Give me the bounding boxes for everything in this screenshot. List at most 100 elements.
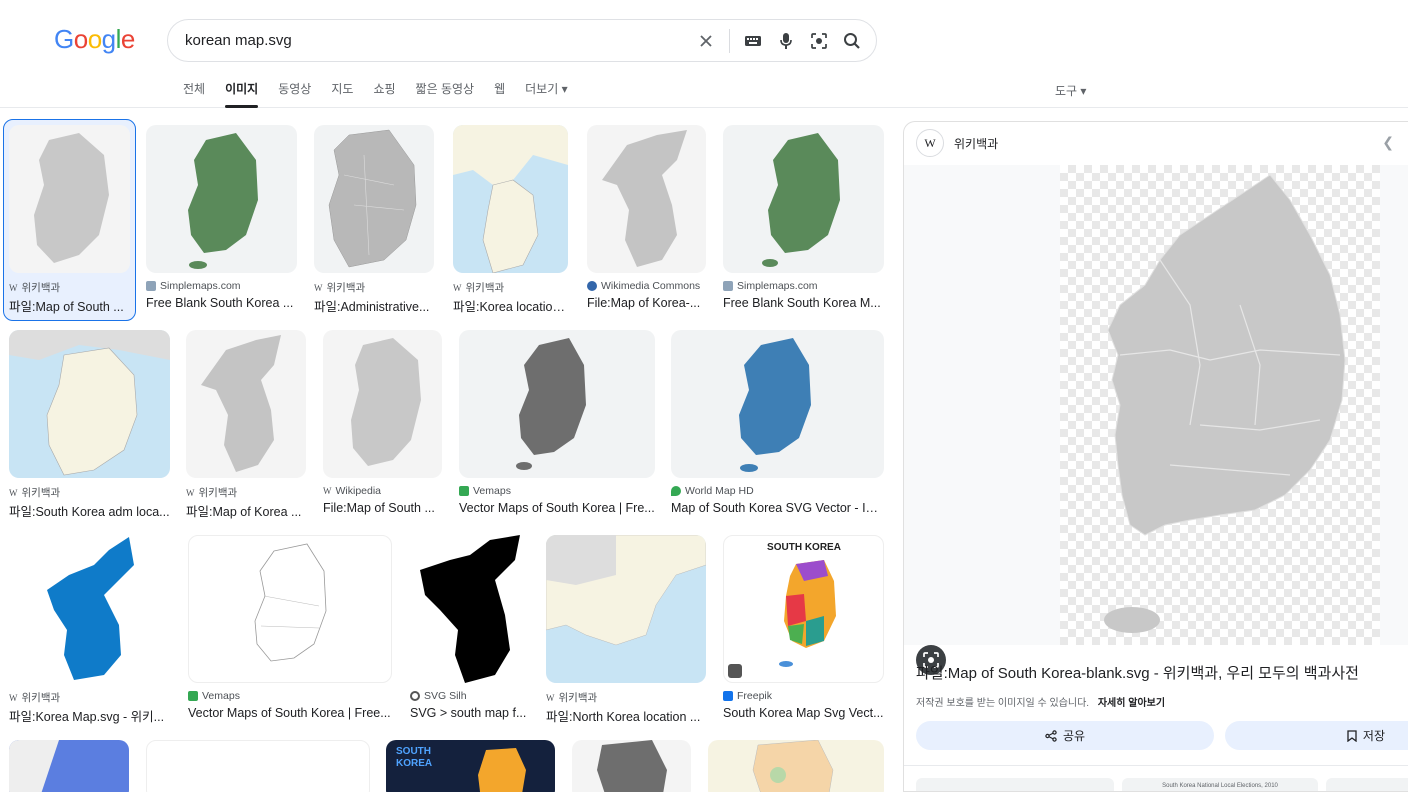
share-button[interactable]: 공유 [916,721,1214,750]
result-card[interactable]: W 위키백과 파일:Korea Map.svg - 위키... [9,535,171,730]
preview-image-area[interactable] [904,165,1408,675]
result-source: World Map HD [685,485,754,497]
vemaps-icon [459,486,469,496]
result-thumbnail [410,535,529,683]
result-source: 위키백과 [198,487,238,499]
result-source: 위키백과 [558,692,598,704]
tab-maps[interactable]: 지도 [331,80,353,108]
thumb-caption: KOREA [396,758,432,769]
result-source: Simplemaps.com [737,280,818,292]
result-thumbnail [671,330,884,478]
wikipedia-icon: W [9,487,18,498]
result-card[interactable]: W 위키백과 파일:Map of South ... [9,125,130,320]
result-title: 파일:Korea Map.svg - 위키... [9,710,165,724]
result-title: 파일:North Korea location ... [546,710,701,724]
result-thumbnail [587,125,706,273]
result-card[interactable]: W 위키백과 파일:Administrative... [314,125,434,320]
panel-source-name: 위키백과 [954,136,999,151]
result-thumbnail: SOUTH KOREA [723,535,884,683]
microphone-icon[interactable] [776,31,796,51]
result-card[interactable]: W 위키백과 파일:South Korea adm loca... [9,330,170,525]
related-caption: South Korea National Local Elections, 20… [1162,783,1278,789]
result-card[interactable]: Vemaps Vector Maps of South Korea | Fre.… [459,330,655,525]
save-button[interactable]: 저장 [1225,721,1408,750]
google-logo[interactable]: Google [54,24,135,55]
camera-lens-icon[interactable] [809,31,829,51]
wikipedia-icon: W [9,282,18,293]
result-card[interactable]: W 위키백과 파일:North Korea location ... [546,535,706,730]
learn-more-link[interactable]: 자세히 알아보기 [1098,698,1165,709]
thumb-caption: SOUTH [396,746,431,757]
result-thumbnail [146,740,370,792]
wikipedia-icon: W [453,282,462,293]
tab-videos[interactable]: 동영상 [278,80,311,108]
result-title: File:Map of Korea-... [587,296,701,310]
related-thumbnail[interactable] [1326,778,1408,791]
chevron-left-icon[interactable]: ❮ [1382,134,1394,151]
result-card[interactable]: Simplemaps.com Free Blank South Korea M.… [723,125,884,320]
result-source: SVG Silh [424,690,467,702]
tab-more[interactable]: 더보기 ▾ [525,80,567,108]
result-source: Freepik [737,690,773,702]
result-card[interactable] [572,740,691,792]
share-icon [1045,729,1057,742]
result-title: 파일:Administrative... [314,300,430,314]
result-thumbnail [572,740,691,792]
result-title: SVG > south map f... [410,706,527,720]
result-thumbnail: SOUTH KOREA [386,740,555,792]
wikipedia-icon: W [546,692,555,703]
result-source: 위키백과 [326,282,366,294]
tab-web[interactable]: 웹 [494,80,505,108]
result-card[interactable]: SOUTH KOREA Freepik South Korea Map Svg … [723,535,884,730]
keyboard-icon[interactable] [743,31,763,51]
result-title: Vector Maps of South Korea | Fre... [459,501,655,515]
freepik-icon [723,691,733,701]
result-title: 파일:South Korea adm loca... [9,505,170,519]
result-card[interactable]: SOUTH KOREA [386,740,555,792]
search-icon[interactable] [842,31,862,51]
wikimedia-commons-icon [587,281,597,291]
wikipedia-icon: W [916,129,944,157]
clear-icon[interactable] [696,31,716,51]
result-thumbnail [323,330,442,478]
result-title: South Korea Map Svg Vect... [723,706,884,720]
simplemaps-icon [723,281,733,291]
tab-short-videos[interactable]: 짧은 동영상 [416,80,475,108]
result-card[interactable]: W 위키백과 파일:Map of Korea ... [186,330,306,525]
result-card[interactable]: Vemaps Vector Maps of South Korea | Free… [188,535,392,730]
related-thumbnail[interactable] [916,778,1114,791]
result-thumbnail [9,535,171,683]
tab-all[interactable]: 전체 [183,80,205,108]
result-title: Free Blank South Korea ... [146,296,294,310]
panel-source-header[interactable]: W 위키백과 [916,129,998,157]
svg-silh-icon [410,691,420,701]
search-input[interactable] [185,32,685,49]
result-card[interactable] [708,740,884,792]
result-card[interactable]: Simplemaps.com Free Blank South Korea ..… [146,125,297,320]
result-card[interactable] [9,740,129,792]
result-source: Wikimedia Commons [601,280,701,292]
result-title: File:Map of South ... [323,501,435,515]
copyright-note: 저작권 보호를 받는 이미지일 수 있습니다. 자세히 알아보기 [916,694,1165,709]
image-detail-panel: W 위키백과 ❮ 파일:Map of South Korea-blank.svg… [903,121,1408,792]
result-title: Vector Maps of South Korea | Free... [188,706,391,720]
result-card[interactable]: SVG Silh SVG > south map f... [410,535,529,730]
result-card[interactable] [146,740,370,792]
save-label: 저장 [1362,729,1385,743]
result-card[interactable]: Wikimedia Commons File:Map of Korea-... [587,125,706,320]
tools-button[interactable]: 도구 ▾ [1055,82,1086,99]
result-card[interactable]: World Map HD Map of South Korea SVG Vect… [671,330,884,525]
result-thumbnail [146,125,297,273]
panel-image-title[interactable]: 파일:Map of South Korea-blank.svg - 위키백과, … [916,662,1359,683]
result-title: 파일:Map of Korea ... [186,505,302,519]
result-source: Vemaps [473,485,511,497]
wikipedia-icon: W [9,692,18,703]
result-thumbnail [453,125,568,273]
result-card[interactable]: W 위키백과 파일:Korea location... [453,125,568,320]
related-thumbnail[interactable]: South Korea National Local Elections, 20… [1122,778,1318,791]
result-title: Free Blank South Korea M... [723,296,881,310]
result-source: 위키백과 [21,282,61,294]
result-card[interactable]: W Wikipedia File:Map of South ... [323,330,442,525]
tab-shopping[interactable]: 쇼핑 [373,80,395,108]
tab-images[interactable]: 이미지 [225,80,259,108]
